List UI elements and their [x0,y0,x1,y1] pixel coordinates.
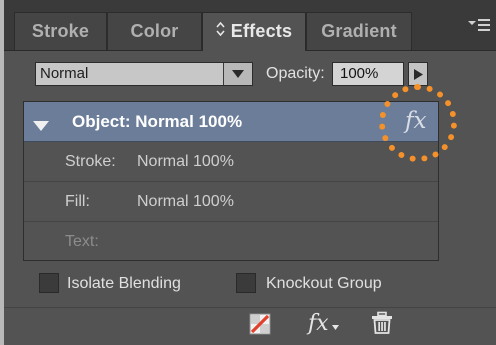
opacity-label: Opacity: [266,65,325,82]
tab-gradient[interactable]: Gradient [306,12,412,50]
clear-effects-icon[interactable] [249,313,271,339]
blend-mode-value: Normal [40,65,89,82]
effects-panel: Stroke Color Effects Gradient Normal Opa… [0,0,496,345]
isolate-blending-checkbox[interactable] [39,273,59,293]
highlight-annotation [379,84,457,162]
panel-menu-icon[interactable] [466,14,492,42]
appearance-list: Object: Normal 100% fx Stroke: Normal 10… [23,101,439,261]
knockout-group-checkbox[interactable] [236,273,256,293]
fill-row-value: Normal 100% [137,193,234,210]
fx-menu-label: fx [308,311,329,336]
dropdown-arrow-icon[interactable] [223,63,252,85]
tab-effects[interactable]: Effects [202,12,306,51]
opacity-input[interactable]: 100% [332,62,404,86]
tab-stroke[interactable]: Stroke [14,12,107,50]
text-row-key: Text: [65,233,99,250]
tab-bar: Stroke Color Effects Gradient [4,0,496,51]
play-arrow-icon[interactable] [408,62,428,86]
stroke-row-key: Stroke: [65,153,116,170]
knockout-group-label: Knockout Group [266,275,382,292]
list-item-text[interactable]: Text: [24,222,438,262]
disclosure-triangle-icon[interactable] [33,118,49,136]
updown-chevron-icon [216,14,225,50]
fill-row-key: Fill: [65,193,90,210]
list-item-object[interactable]: Object: Normal 100% fx [24,102,438,142]
object-row-label: Object: Normal 100% [72,112,243,131]
isolate-blending-label: Isolate Blending [67,275,181,292]
tab-stroke-label: Stroke [31,21,90,41]
fx-menu-icon[interactable]: fx [308,312,348,338]
toolbar-divider [4,307,496,308]
tab-color[interactable]: Color [107,12,202,50]
blend-mode-select[interactable]: Normal [35,62,253,86]
tab-gradient-label: Gradient [321,21,397,41]
stroke-row-value: Normal 100% [137,153,234,170]
list-item-stroke[interactable]: Stroke: Normal 100% [24,142,438,182]
tab-color-label: Color [130,21,179,41]
trash-icon[interactable] [370,311,394,337]
list-item-fill[interactable]: Fill: Normal 100% [24,182,438,222]
tab-effects-label: Effects [230,21,293,41]
